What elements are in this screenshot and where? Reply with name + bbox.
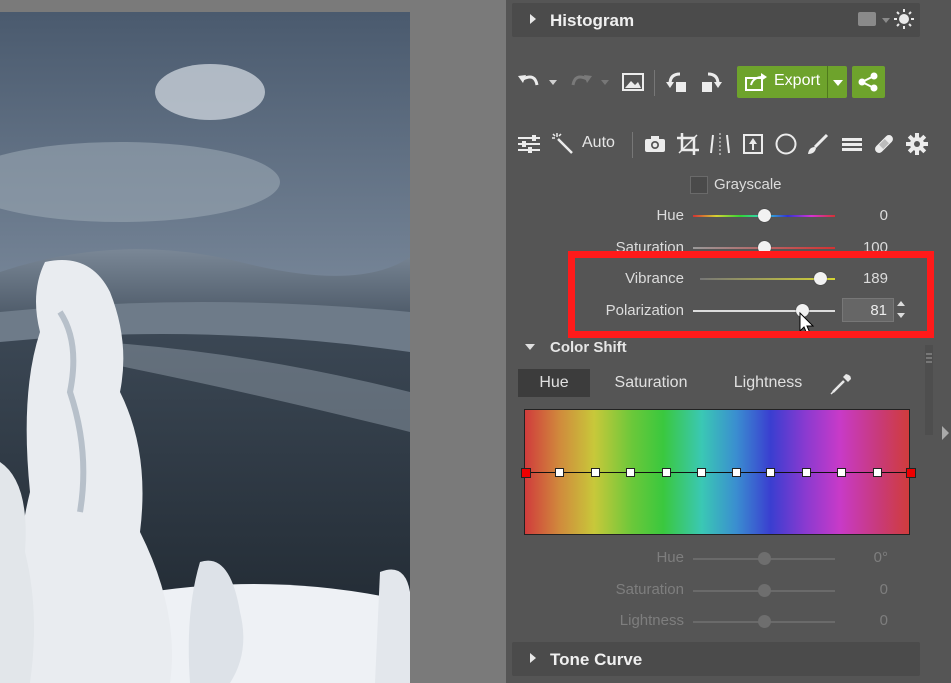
photo-preview bbox=[0, 12, 410, 683]
perspective-icon[interactable] bbox=[708, 132, 732, 156]
undo-history-chevron-icon[interactable] bbox=[549, 80, 557, 85]
curve-point[interactable] bbox=[555, 468, 564, 477]
photo-viewport[interactable] bbox=[0, 0, 506, 683]
share-icon bbox=[858, 72, 878, 92]
tab-hue[interactable]: Hue bbox=[518, 369, 590, 397]
tone-curve-header[interactable]: Tone Curve bbox=[512, 642, 920, 676]
histogram-header[interactable]: Histogram bbox=[512, 3, 920, 37]
healing-bandage-icon[interactable] bbox=[872, 132, 896, 156]
curve-point[interactable] bbox=[873, 468, 882, 477]
camera-icon[interactable] bbox=[643, 132, 667, 156]
crop-icon[interactable] bbox=[676, 132, 700, 156]
sun-icon[interactable] bbox=[894, 9, 914, 29]
auto-button[interactable]: Auto bbox=[582, 134, 615, 152]
rotate-left-icon[interactable] bbox=[665, 70, 691, 94]
export-label: Export bbox=[774, 72, 821, 89]
expand-arrow-icon bbox=[530, 14, 536, 24]
curve-point[interactable] bbox=[662, 468, 671, 477]
before-after-image-icon[interactable] bbox=[621, 71, 645, 93]
curve-point[interactable] bbox=[626, 468, 635, 477]
rotate-right-icon[interactable] bbox=[697, 70, 723, 94]
brush-icon[interactable] bbox=[806, 132, 830, 156]
slider-label: Hue bbox=[656, 207, 684, 224]
tools-divider bbox=[632, 132, 633, 158]
redo-history-chevron-icon[interactable] bbox=[601, 80, 609, 85]
curve-line bbox=[525, 472, 909, 473]
slider-label: Lightness bbox=[619, 612, 684, 629]
hue-spectrum-editor[interactable] bbox=[521, 409, 916, 535]
gradient-filter-icon[interactable] bbox=[840, 132, 864, 156]
curve-point[interactable] bbox=[591, 468, 600, 477]
settings-gear-icon[interactable] bbox=[905, 132, 929, 156]
redo-icon[interactable] bbox=[568, 70, 594, 94]
highlight-box bbox=[568, 251, 934, 338]
expand-arrow-icon bbox=[530, 653, 536, 663]
chevron-down-icon[interactable] bbox=[882, 18, 890, 23]
curve-point[interactable] bbox=[697, 468, 706, 477]
curve-point[interactable] bbox=[732, 468, 741, 477]
slider-value: 0 bbox=[879, 207, 888, 224]
curve-point[interactable] bbox=[837, 468, 846, 477]
export-button[interactable]: Export bbox=[737, 66, 847, 98]
color-shift-title: Color Shift bbox=[550, 339, 627, 356]
export-options-chevron-icon[interactable] bbox=[833, 80, 843, 86]
slider-knob bbox=[758, 584, 771, 597]
auto-wand-icon[interactable] bbox=[551, 132, 575, 156]
slider-knob bbox=[758, 615, 771, 628]
slider-value: 0 bbox=[879, 581, 888, 598]
adjustments-sliders-icon[interactable] bbox=[517, 132, 541, 156]
camera-toggle-icon[interactable] bbox=[858, 12, 876, 26]
slider-label: Hue bbox=[656, 549, 684, 566]
hue-slider-knob[interactable] bbox=[758, 209, 771, 222]
scrollbar-thumb[interactable] bbox=[925, 345, 933, 435]
export-icon bbox=[745, 73, 767, 91]
radial-filter-icon[interactable] bbox=[774, 132, 798, 156]
grayscale-label: Grayscale bbox=[714, 176, 782, 193]
histogram-title: Histogram bbox=[550, 11, 635, 30]
panel-collapse-arrow-icon[interactable] bbox=[942, 426, 949, 440]
slider-knob bbox=[758, 552, 771, 565]
share-button[interactable] bbox=[852, 66, 885, 98]
tab-saturation[interactable]: Saturation bbox=[600, 369, 702, 397]
curve-point-end[interactable] bbox=[521, 468, 531, 478]
curve-point-end[interactable] bbox=[906, 468, 916, 478]
tone-curve-title: Tone Curve bbox=[550, 650, 643, 669]
grayscale-checkbox[interactable] bbox=[690, 176, 708, 194]
undo-icon[interactable] bbox=[516, 70, 542, 94]
text-frame-icon[interactable] bbox=[741, 132, 765, 156]
slider-label: Saturation bbox=[615, 581, 684, 598]
tab-lightness[interactable]: Lightness bbox=[722, 369, 814, 397]
slider-value: 0 bbox=[879, 612, 888, 629]
curve-point[interactable] bbox=[802, 468, 811, 477]
collapse-chevron-icon[interactable] bbox=[525, 344, 535, 350]
toolbar-divider bbox=[654, 70, 655, 96]
slider-value: 0° bbox=[873, 549, 888, 566]
curve-point[interactable] bbox=[766, 468, 775, 477]
eyedropper-icon[interactable] bbox=[828, 371, 854, 397]
